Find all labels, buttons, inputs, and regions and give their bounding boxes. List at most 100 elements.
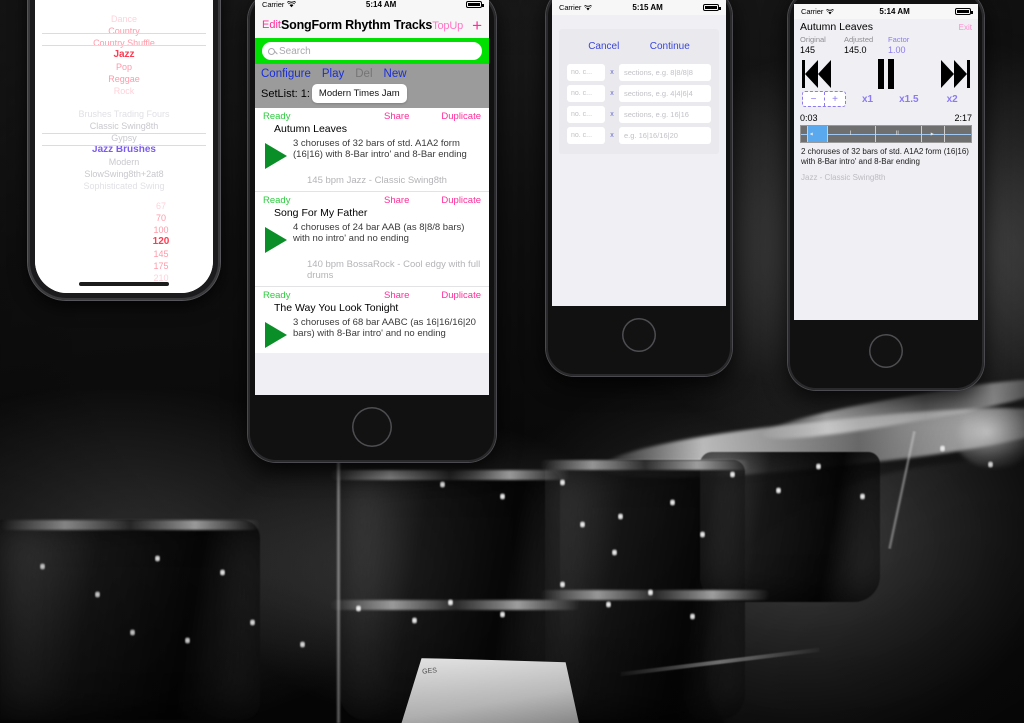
- player-screen: Autumn Leaves Exit Original 145 Adjusted…: [794, 19, 978, 320]
- home-button[interactable]: [352, 407, 392, 447]
- phone-3-screen: Carrier 5:15 AM Cancel Continue no. c...…: [552, 0, 726, 306]
- form-field-row: no. c... x e.g. 16|16/16|20: [559, 125, 719, 146]
- cancel-button[interactable]: Cancel: [588, 41, 619, 52]
- style-picker-selection-band: [42, 133, 206, 146]
- chorus-count-input[interactable]: no. c...: [567, 106, 605, 123]
- song-form-entry-screen: Cancel Continue no. c... x sections, e.g…: [552, 29, 726, 306]
- progress-segment-tail[interactable]: [945, 126, 971, 142]
- chorus-count-input[interactable]: no. c...: [567, 64, 605, 81]
- track-row[interactable]: Ready Share Duplicate Autumn Leaves 3 ch…: [255, 108, 489, 192]
- tempo-option[interactable]: 70: [109, 212, 213, 224]
- tempo-option[interactable]: 175: [109, 260, 213, 272]
- style-option[interactable]: Modern: [35, 156, 213, 168]
- genre-option[interactable]: Pop: [35, 61, 213, 73]
- status-badge: Ready: [263, 111, 291, 122]
- progress-segment-chorus-1[interactable]: I: [828, 126, 876, 142]
- sections-input[interactable]: sections, e.g. 16|16: [619, 106, 711, 123]
- tempo-original-value: 145: [800, 45, 816, 55]
- tempo-option-selected[interactable]: 120: [109, 236, 213, 248]
- sections-input[interactable]: e.g. 16|16/16|20: [619, 127, 711, 144]
- player-description: 2 choruses of 32 bars of std. A1A2 form …: [801, 147, 969, 166]
- track-row[interactable]: Ready Share Duplicate The Way You Look T…: [255, 287, 489, 353]
- tempo-picker[interactable]: 67 70 100 120 145 175 210: [109, 200, 213, 284]
- duplicate-button[interactable]: Duplicate: [441, 111, 481, 122]
- tempo-stepper[interactable]: − +: [802, 91, 846, 107]
- carrier-label: Carrier: [559, 3, 582, 12]
- track-meta: 145 bpm Jazz - Classic Swing8th: [307, 175, 447, 186]
- play-icon[interactable]: [265, 227, 287, 253]
- tempo-decrease-button[interactable]: −: [803, 92, 824, 106]
- share-button[interactable]: Share: [384, 111, 409, 122]
- track-row[interactable]: Ready Share Duplicate Song For My Father…: [255, 192, 489, 287]
- play-icon[interactable]: [265, 143, 287, 169]
- play-button[interactable]: Play: [322, 68, 344, 80]
- style-picker[interactable]: Brushes Trading Fours Classic Swing8th G…: [35, 97, 213, 192]
- duplicate-button[interactable]: Duplicate: [441, 290, 481, 301]
- search-input[interactable]: Search: [262, 42, 482, 60]
- topup-button[interactable]: TopUp: [432, 20, 463, 32]
- sections-input[interactable]: sections, e.g. 4|4|6|4: [619, 85, 711, 102]
- chorus-count-input[interactable]: no. c...: [567, 127, 605, 144]
- chorus-count-input[interactable]: no. c...: [567, 85, 605, 102]
- configure-button[interactable]: Configure: [261, 68, 311, 80]
- style-option[interactable]: SlowSwing8th+2at8: [35, 168, 213, 180]
- share-button[interactable]: Share: [384, 290, 409, 301]
- play-icon[interactable]: [265, 322, 287, 348]
- tempo-picker-row[interactable]: 67 70 100 120 145 175 210 - Brushes-alon…: [35, 200, 213, 293]
- progress-segment-intro[interactable]: [801, 126, 808, 142]
- battery-icon: [702, 4, 721, 11]
- tempo-option[interactable]: 100: [109, 224, 213, 236]
- tempo-option[interactable]: 145: [109, 248, 213, 260]
- player-style: Jazz - Classic Swing8th: [801, 173, 886, 182]
- genre-option[interactable]: Dance: [35, 13, 213, 25]
- rewind-icon[interactable]: [802, 60, 831, 88]
- fast-forward-icon[interactable]: [941, 60, 970, 88]
- search-icon: [268, 47, 275, 55]
- genre-option-selected[interactable]: Jazz: [35, 49, 213, 61]
- wifi-icon: [584, 4, 593, 10]
- time-total: 2:17: [954, 113, 972, 123]
- progress-segment-ending[interactable]: ▸: [922, 126, 946, 142]
- continue-button[interactable]: Continue: [650, 41, 690, 52]
- tempo-adjusted-label: Adjusted: [844, 35, 874, 44]
- genre-option[interactable]: Reggae: [35, 73, 213, 85]
- style-option[interactable]: Sophisticated Swing: [35, 180, 213, 192]
- share-button[interactable]: Share: [384, 195, 409, 206]
- toolbar-actions: Configure Play Del New: [261, 68, 483, 80]
- sections-input[interactable]: sections, e.g. 8|8/8|8: [619, 64, 711, 81]
- battery-icon: [465, 1, 484, 8]
- duplicate-button[interactable]: Duplicate: [441, 195, 481, 206]
- genre-picker-selection-band: [42, 33, 206, 46]
- home-button[interactable]: [869, 334, 903, 368]
- tempo-option[interactable]: 67: [109, 200, 213, 212]
- style-picker-header: Brushes Trading Fours: [78, 109, 170, 119]
- page-title: SongForm Rhythm TracksTopUp: [255, 18, 489, 32]
- genre-picker[interactable]: Dance Country Country Shuffle Jazz Pop R…: [35, 0, 213, 97]
- chorus-count-placeholder: no. c...: [571, 90, 593, 97]
- progress-segment-chorus-2[interactable]: II: [876, 126, 922, 142]
- genre-option[interactable]: Rock: [35, 85, 213, 97]
- delete-button: Del: [355, 68, 373, 80]
- progress-fill[interactable]: ◂: [807, 126, 829, 142]
- track-title: Autumn Leaves: [274, 123, 347, 135]
- speed-x15-button[interactable]: x1.5: [899, 94, 918, 105]
- new-button[interactable]: New: [384, 68, 407, 80]
- track-description: 3 choruses of 32 bars of std. A1A2 form …: [293, 138, 467, 160]
- tempo-increase-button[interactable]: +: [824, 92, 845, 106]
- battery-icon: [954, 8, 973, 15]
- tempo-panel: Original 145 Adjusted 145.0 Factor 1.00: [794, 33, 978, 56]
- tempo-original-label: Original: [800, 35, 826, 44]
- style-option[interactable]: Classic Swing8th: [35, 120, 213, 132]
- chorus-count-placeholder: no. c...: [571, 111, 593, 118]
- exit-button[interactable]: Exit: [959, 23, 972, 32]
- progress-scrubber[interactable]: ◂ I II ▸: [800, 125, 972, 143]
- speed-x1-button[interactable]: x1: [862, 94, 873, 105]
- track-title: The Way You Look Tonight: [274, 302, 399, 314]
- phone-4-screen: Carrier 5:14 AM Autumn Leaves Exit Origi…: [794, 4, 978, 320]
- speed-x2-button[interactable]: x2: [947, 94, 958, 105]
- setlist-value[interactable]: Modern Times Jam: [311, 84, 407, 103]
- device-phone-3: Carrier 5:15 AM Cancel Continue no. c...…: [546, 0, 732, 376]
- pause-icon[interactable]: [878, 59, 894, 89]
- track-description: 4 choruses of 24 bar AAB (as 8|8/8 bars)…: [293, 222, 465, 244]
- home-button[interactable]: [622, 318, 656, 352]
